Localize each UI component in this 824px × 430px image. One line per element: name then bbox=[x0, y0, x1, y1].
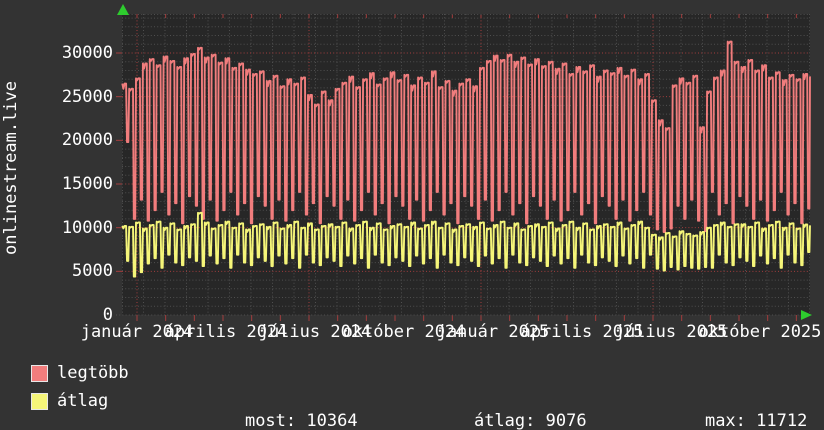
stat-spacer bbox=[296, 411, 306, 430]
y-axis-tick-label: 20000 bbox=[61, 130, 113, 151]
legend-label-legtobb: legtöbb bbox=[57, 363, 129, 383]
legend-label-atlag: átlag bbox=[57, 391, 109, 411]
stat-max-label: max: bbox=[704, 411, 746, 430]
graph-page: onlinestream.live 30000 25000 20000 15000 10… bbox=[0, 0, 824, 430]
x-axis-arrow-icon bbox=[801, 310, 812, 320]
y-axis-tick-label: 10000 bbox=[61, 217, 113, 238]
stat-spacer bbox=[746, 411, 756, 430]
legend-swatch-legtobb bbox=[31, 365, 48, 382]
chart-canvas bbox=[116, 14, 811, 321]
chart-plot-area bbox=[116, 14, 811, 321]
legend-swatch-atlag bbox=[31, 393, 48, 410]
stat-most-label: most: bbox=[244, 411, 297, 430]
stat-atlag: átlag: 9076 bbox=[433, 391, 587, 430]
y-axis-tick-label: 5000 bbox=[72, 261, 113, 282]
stat-most: most: 10364 bbox=[204, 391, 358, 430]
x-axis-tick-label: október 2025 bbox=[698, 322, 822, 342]
stat-atlag-value: 9076 bbox=[545, 411, 587, 430]
y-axis-tick-label: 25000 bbox=[61, 86, 113, 107]
y-axis-tick-label: 30000 bbox=[61, 43, 113, 63]
stat-most-value: 10364 bbox=[306, 411, 358, 430]
stat-max-value: 11712 bbox=[756, 411, 808, 430]
stat-max: max: 11712 bbox=[664, 391, 807, 430]
stat-spacer bbox=[535, 411, 545, 430]
stat-atlag-label: átlag: bbox=[473, 411, 536, 430]
y-axis-tick-label: 15000 bbox=[61, 174, 113, 194]
y-axis-arrow-icon bbox=[117, 4, 129, 15]
